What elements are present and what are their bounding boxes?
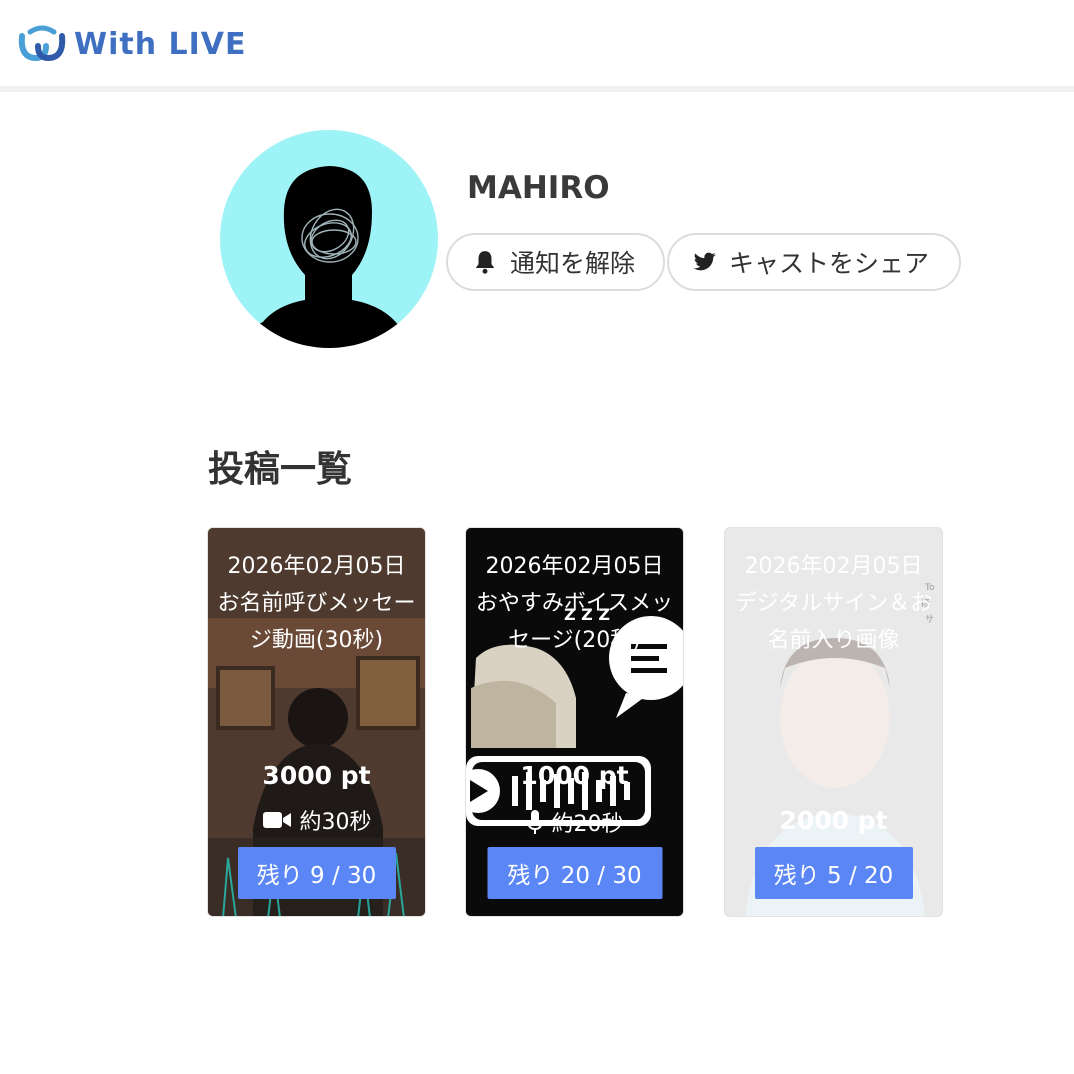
post-card[interactable]: 2026年02月05日 お名前呼びメッセージ動画(30秒) 3000 pt 約3… xyxy=(207,527,426,917)
logo-text: With LIVE xyxy=(74,26,247,62)
post-price: 3000 pt xyxy=(262,761,371,790)
post-meta: 約30秒 xyxy=(208,804,425,836)
cast-name: MAHIRO xyxy=(467,170,610,206)
post-price: 2000 pt xyxy=(779,806,888,835)
post-card[interactable]: To ほ サ 2026年02月05日 デジタルサイン＆お名前入り画像 2000 … xyxy=(724,527,943,917)
microphone-icon xyxy=(526,810,543,834)
site-header: With LIVE xyxy=(0,0,1074,92)
post-meta: 約20秒 xyxy=(466,806,683,838)
logo-mark-icon xyxy=(18,25,66,62)
post-date: 2026年02月05日 xyxy=(227,554,406,579)
posts-heading: 投稿一覧 xyxy=(208,449,353,490)
avatar xyxy=(220,130,438,348)
notify-label: 通知を解除 xyxy=(510,249,636,278)
remaining-stock-button[interactable]: 残り 5 / 20 xyxy=(754,847,913,899)
post-title: お名前呼びメッセージ動画(30秒) xyxy=(217,591,416,653)
twitter-bird-icon xyxy=(693,252,716,271)
bell-icon xyxy=(475,251,495,274)
video-camera-icon xyxy=(262,812,291,828)
remaining-stock-button[interactable]: 残り 20 / 30 xyxy=(487,847,662,899)
post-date: 2026年02月05日 xyxy=(485,554,664,579)
post-title: デジタルサイン＆お名前入り画像 xyxy=(734,591,933,653)
post-card[interactable]: Z Z Z 2026年02月05日 おやすみボイスメッセージ(20秒) 1000… xyxy=(465,527,684,917)
remaining-stock-button[interactable]: 残り 9 / 30 xyxy=(237,847,396,899)
post-date: 2026年02月05日 xyxy=(744,554,923,579)
notify-toggle-button[interactable]: 通知を解除 xyxy=(446,233,665,291)
post-title: おやすみボイスメッセージ(20秒) xyxy=(475,591,674,653)
share-label: キャストをシェア xyxy=(729,249,930,278)
post-price: 1000 pt xyxy=(520,761,629,790)
share-cast-button[interactable]: キャストをシェア xyxy=(667,233,961,291)
post-duration: 約30秒 xyxy=(299,810,372,835)
post-duration: 約20秒 xyxy=(551,812,624,837)
withlive-logo[interactable]: With LIVE xyxy=(16,24,247,64)
